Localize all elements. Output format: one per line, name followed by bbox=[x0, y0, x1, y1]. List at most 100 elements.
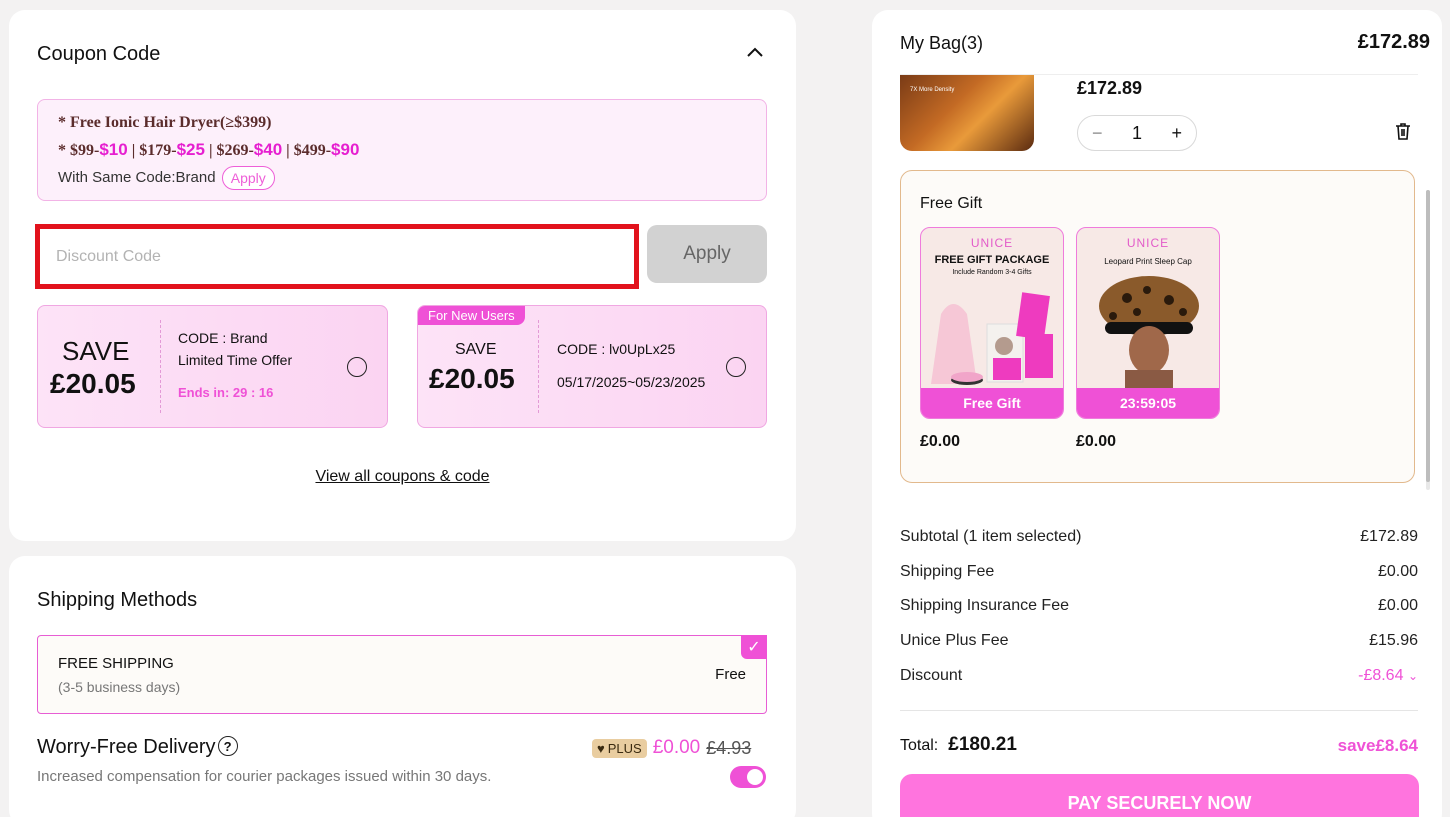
coupon-divider bbox=[160, 320, 161, 413]
promo-part: | $179- bbox=[127, 142, 177, 159]
gift-name: Leopard Print Sleep Cap bbox=[1104, 257, 1192, 266]
heart-icon: ♥ bbox=[597, 740, 605, 756]
coupon-card-brand[interactable]: SAVE £20.05 CODE : Brand Limited Time Of… bbox=[37, 305, 388, 428]
summary-label: Discount bbox=[900, 667, 963, 684]
promo-brand-text: With Same Code:Brand bbox=[58, 168, 216, 186]
summary-value: £0.00 bbox=[1377, 597, 1418, 614]
promo-part: $10 bbox=[99, 140, 128, 159]
coupon-divider bbox=[538, 320, 539, 413]
coupon-card-new-user[interactable]: For New Users SAVE £20.05 CODE : lv0UpLx… bbox=[417, 305, 767, 428]
coupon-amount: £20.05 bbox=[429, 363, 515, 394]
summary-value: £172.89 bbox=[1360, 528, 1418, 545]
worry-free-toggle[interactable] bbox=[730, 766, 766, 788]
product-thumb-caption: 7X More Density bbox=[910, 87, 955, 93]
shipping-method-days: (3-5 business days) bbox=[58, 679, 181, 695]
trash-icon[interactable] bbox=[1392, 120, 1414, 147]
help-icon[interactable]: ? bbox=[217, 736, 238, 756]
gift-brand: UNICE bbox=[1126, 236, 1170, 250]
coupon-code: CODE : lv0UpLx25 bbox=[557, 341, 676, 357]
old-price: £4.93 bbox=[706, 737, 752, 758]
coupon-save-label: SAVE bbox=[62, 336, 130, 366]
promo-part: $40 bbox=[253, 140, 283, 159]
worry-free-title: Worry-Free Delivery? bbox=[37, 736, 238, 759]
shipping-title: Shipping Methods bbox=[37, 589, 198, 611]
promo-line-2: * $99-$10 | $179-$25 | $269-$40 | $499-$… bbox=[58, 140, 359, 160]
view-all-coupons-link[interactable]: View all coupons & code bbox=[9, 468, 796, 486]
promo-line-1: * Free Ionic Hair Dryer(≥$399) bbox=[58, 114, 272, 131]
shipping-method-price: Free bbox=[715, 666, 746, 683]
chevron-down-icon[interactable]: ⌄ bbox=[1408, 669, 1418, 683]
gift-item[interactable]: UNICE FREE GIFT PACKAGE Include Random 3… bbox=[920, 227, 1064, 419]
shipping-method-name: FREE SHIPPING bbox=[58, 655, 174, 672]
chevron-up-icon[interactable] bbox=[746, 44, 764, 62]
quantity-value[interactable]: 1 bbox=[1132, 123, 1142, 144]
coupon-card: Coupon Code * Free Ionic Hair Dryer(≥$39… bbox=[9, 10, 796, 541]
save-text: save£8.64 bbox=[1337, 736, 1418, 755]
coupon-save-label: SAVE bbox=[455, 341, 497, 358]
discount-code-input[interactable] bbox=[35, 224, 639, 289]
promo-part: $90 bbox=[331, 140, 360, 159]
discount-row[interactable]: Discount -£8.64 ⌄ bbox=[900, 667, 1418, 685]
plus-icon[interactable]: + bbox=[1171, 123, 1182, 144]
quantity-stepper: − 1 + bbox=[1077, 115, 1197, 151]
product-price: £172.89 bbox=[1077, 78, 1143, 98]
promo-part: $25 bbox=[176, 140, 205, 159]
scrollbar-thumb[interactable] bbox=[1426, 190, 1430, 482]
summary-value: -£8.64 bbox=[1358, 667, 1404, 684]
minus-icon[interactable]: − bbox=[1092, 123, 1103, 144]
gift-subtitle: Include Random 3-4 Gifts bbox=[952, 269, 1032, 276]
new-users-tag: For New Users bbox=[418, 306, 525, 325]
gift-package-image bbox=[931, 292, 1053, 385]
summary-row: Shipping Insurance Fee £0.00 bbox=[900, 597, 1418, 615]
bag-title: My Bag(3) bbox=[900, 33, 984, 53]
coupon-dates: 05/17/2025~05/23/2025 bbox=[557, 374, 706, 390]
coupon-title: Coupon Code bbox=[37, 43, 161, 65]
gift-item[interactable]: UNICE Leopard Print Sleep Cap 23:59:05 bbox=[1076, 227, 1220, 419]
promo-part: * $99- bbox=[58, 142, 100, 159]
summary-row: Subtotal (1 item selected) £172.89 bbox=[900, 528, 1418, 546]
coupon-code: CODE : Brand bbox=[178, 330, 268, 346]
shipping-card: Shipping Methods FREE SHIPPING (3-5 busi… bbox=[9, 556, 796, 817]
promo-part: | $269- bbox=[204, 142, 254, 159]
summary-value: £15.96 bbox=[1369, 632, 1418, 649]
summary-value: £0.00 bbox=[1377, 563, 1418, 580]
sleep-cap-image bbox=[1099, 276, 1199, 390]
coupon-countdown: Ends in: 29 : 16 bbox=[178, 385, 274, 400]
free-shipping-option[interactable]: FREE SHIPPING (3-5 business days) Free ✓ bbox=[37, 635, 767, 714]
discount-value-wrap: -£8.64 ⌄ bbox=[1358, 667, 1418, 685]
product-image[interactable]: 7X More Density bbox=[900, 75, 1034, 151]
total-row: Total: £180.21 bbox=[900, 734, 1017, 756]
worry-free-desc: Increased compensation for courier packa… bbox=[37, 768, 492, 785]
summary-label: Shipping Insurance Fee bbox=[900, 597, 1069, 614]
plus-badge: ♥ PLUS bbox=[592, 738, 647, 758]
summary-label: Subtotal (1 item selected) bbox=[900, 528, 1082, 545]
free-gift-box: Free Gift UNICE FREE GIFT PACKAGE Includ… bbox=[900, 170, 1415, 483]
worry-free-label: Worry-Free Delivery bbox=[37, 736, 216, 758]
gift-brand: UNICE bbox=[970, 236, 1014, 250]
coupon-amount: £20.05 bbox=[50, 368, 136, 399]
bag-card: My Bag(3) £172.89 7X More Density £172.8… bbox=[872, 10, 1442, 817]
plus-label: PLUS bbox=[607, 740, 642, 756]
total-label: Total: bbox=[900, 737, 939, 754]
check-icon: ✓ bbox=[741, 635, 767, 659]
apply-code-button[interactable]: Apply bbox=[647, 225, 767, 283]
coupon-note: Limited Time Offer bbox=[178, 352, 293, 368]
gift-name: FREE GIFT PACKAGE bbox=[934, 254, 1050, 266]
bag-total-top: £172.89 bbox=[1357, 31, 1430, 53]
summary-divider bbox=[900, 710, 1418, 711]
promo-box: * Free Ionic Hair Dryer(≥$399) * $99-$10… bbox=[37, 99, 767, 201]
summary-label: Shipping Fee bbox=[900, 563, 995, 580]
coupon-radio[interactable] bbox=[726, 357, 746, 377]
gift-status-bar: Free Gift bbox=[921, 388, 1063, 418]
plus-price: £0.00 bbox=[652, 737, 701, 758]
promo-apply-button[interactable]: Apply bbox=[221, 166, 275, 190]
promo-part: | $499- bbox=[282, 142, 332, 159]
free-gift-title: Free Gift bbox=[920, 195, 983, 212]
gift-price: £0.00 bbox=[1076, 433, 1117, 450]
worry-free-price: ♥ PLUS £0.00 £4.93 bbox=[592, 737, 751, 759]
total-value: £180.21 bbox=[948, 734, 1017, 755]
summary-row: Shipping Fee £0.00 bbox=[900, 563, 1418, 581]
gift-countdown-bar: 23:59:05 bbox=[1077, 388, 1219, 418]
pay-securely-button[interactable]: PAY SECURELY NOW bbox=[900, 774, 1419, 817]
coupon-radio[interactable] bbox=[347, 357, 367, 377]
